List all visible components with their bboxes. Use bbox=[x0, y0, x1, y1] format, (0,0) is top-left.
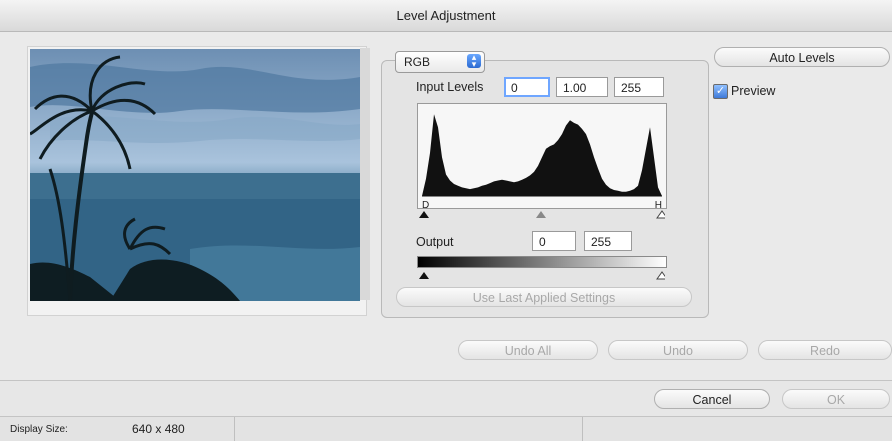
preview-checkbox[interactable]: ✓ bbox=[713, 84, 728, 99]
auto-levels-button[interactable]: Auto Levels bbox=[714, 47, 890, 67]
preview-image bbox=[30, 49, 360, 301]
channel-select-value: RGB bbox=[404, 55, 431, 69]
input-white-field[interactable]: 255 bbox=[614, 77, 664, 97]
footer-separator bbox=[0, 380, 892, 381]
output-white-field[interactable]: 255 bbox=[584, 231, 632, 251]
input-levels-label: Input Levels bbox=[416, 80, 484, 94]
status-divider bbox=[234, 417, 235, 441]
undo-button[interactable]: Undo bbox=[608, 340, 748, 360]
undo-all-button[interactable]: Undo All bbox=[458, 340, 598, 360]
output-black-field[interactable]: 0 bbox=[532, 231, 576, 251]
input-gamma-field[interactable]: 1.00 bbox=[556, 77, 608, 97]
channel-select[interactable]: RGB ▴ ▾ bbox=[395, 51, 485, 73]
black-point-handle[interactable] bbox=[419, 211, 429, 218]
preview-label: Preview bbox=[731, 84, 776, 98]
display-size-value: 640 x 480 bbox=[132, 422, 185, 436]
image-preview-panel bbox=[27, 46, 367, 316]
status-bar: Display Size: 640 x 480 bbox=[0, 416, 892, 441]
output-level-slider[interactable] bbox=[417, 267, 668, 280]
output-black-handle[interactable] bbox=[419, 272, 429, 279]
redo-button[interactable]: Redo bbox=[758, 340, 892, 360]
histogram-fill bbox=[422, 114, 662, 196]
gamma-handle[interactable] bbox=[536, 211, 546, 218]
use-last-settings-button[interactable]: Use Last Applied Settings bbox=[396, 287, 692, 307]
status-divider bbox=[582, 417, 583, 441]
histogram-graph bbox=[422, 114, 662, 197]
display-size-label: Display Size: bbox=[10, 424, 68, 435]
ok-button[interactable]: OK bbox=[782, 389, 890, 409]
white-point-handle[interactable] bbox=[656, 210, 668, 219]
window-title: Level Adjustment bbox=[0, 0, 892, 32]
output-label: Output bbox=[416, 235, 454, 249]
select-arrows-icon: ▴ ▾ bbox=[467, 53, 481, 69]
histogram: D H bbox=[417, 103, 667, 211]
input-level-slider[interactable] bbox=[417, 207, 668, 219]
input-black-field[interactable]: 0 bbox=[504, 77, 550, 97]
image-pane-divider bbox=[360, 48, 370, 300]
cancel-button[interactable]: Cancel bbox=[654, 389, 770, 409]
output-white-handle[interactable] bbox=[656, 271, 668, 280]
